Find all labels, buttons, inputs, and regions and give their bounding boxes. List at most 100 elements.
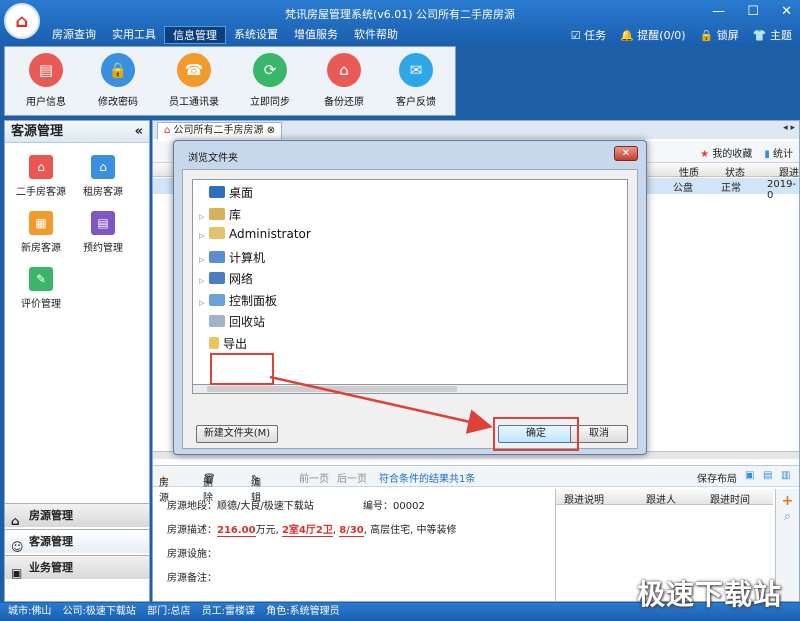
expand-icon[interactable]: ▷ (199, 232, 209, 240)
nav-business-management[interactable]: ▣ 业务管理 (5, 555, 149, 580)
task-button[interactable]: ☑ 任务 (571, 27, 606, 43)
review-button[interactable]: ✎ 评价管理 (9, 267, 73, 310)
sync-now-button[interactable]: ⟳ 立即同步 (235, 53, 305, 108)
rental-client-button[interactable]: ⌂ 租房客源 (71, 155, 135, 198)
main-menu: 房源查询 实用工具 信息管理 系统设置 增值服务 软件帮助 (44, 26, 406, 44)
layout-icon[interactable]: ▥ (781, 470, 790, 481)
tree-node-desktop[interactable]: 桌面 (199, 184, 253, 201)
expand-icon[interactable]: ▷ (199, 256, 209, 264)
window-controls: — ☐ ✕ (694, 4, 792, 19)
building-icon: ▦ (29, 211, 53, 235)
tab-bar: ⌂ 公司所有二手房房源 ⊗ ◂ ▸ (153, 121, 799, 139)
expand-icon[interactable]: ▷ (199, 213, 209, 221)
col-follow-person[interactable]: 跟进人 (646, 491, 676, 506)
status-role: 角色:系统管理员 (266, 606, 340, 617)
menu-item-value-added[interactable]: 增值服务 (286, 26, 346, 44)
network-icon (209, 272, 225, 284)
menu-item-info-management[interactable]: 信息管理 (164, 26, 226, 44)
result-count: 符合条件的结果共1条 (379, 474, 476, 485)
briefcase-icon: ▣ (11, 566, 23, 580)
tree-node-export[interactable]: 导出 (199, 335, 247, 352)
library-icon (209, 208, 225, 220)
next-page-button[interactable]: 后一页 (337, 470, 367, 485)
staff-directory-button[interactable]: ☎ 员工通讯录 (159, 53, 229, 108)
status-city: 城市:佛山 (8, 606, 52, 617)
change-password-button[interactable]: 🔒 修改密码 (83, 53, 153, 108)
export-highlight-box (210, 353, 274, 385)
tree-node-recycle-bin[interactable]: 回收站 (199, 313, 265, 330)
backup-restore-button[interactable]: ⌂ 备份还原 (309, 53, 379, 108)
col-follow-desc[interactable]: 跟进说明 (564, 491, 604, 506)
tab-scroll-arrows[interactable]: ◂ ▸ (783, 123, 795, 133)
dialog-title: 浏览文件夹 (188, 153, 238, 164)
layout-icon[interactable]: ▤ (763, 470, 772, 481)
computer-icon (209, 251, 225, 263)
appointment-button[interactable]: ▤ 预约管理 (71, 211, 135, 254)
toolbar-background (456, 46, 800, 116)
collapse-icon[interactable]: « (135, 121, 143, 143)
col-status[interactable]: 状态 (725, 164, 745, 179)
tree-node-computer[interactable]: ▷ 计算机 (199, 249, 265, 266)
tab-all-second-hand[interactable]: ⌂ 公司所有二手房房源 ⊗ (157, 122, 283, 139)
maximize-button[interactable]: ☐ (747, 4, 759, 19)
tree-node-administrator[interactable]: ▷ Administrator (199, 227, 311, 241)
bottom-toolbar: + 房源 🗑 删除 ✎ 编辑 前一页 后一页 符合条件的结果共1条 保存布局 ▣… (153, 465, 799, 504)
nav-client-management[interactable]: ☺ 客源管理 (5, 529, 149, 554)
layout-icon[interactable]: ▣ (745, 470, 754, 481)
lock-icon: 🔒 (101, 53, 135, 87)
menu-item-tools[interactable]: 实用工具 (104, 26, 164, 44)
listing-detail: 房源地段：顺德/大良/极速下载站 编号：00002 房源描述：216.00万元, … (167, 501, 457, 584)
col-nature[interactable]: 性质 (679, 164, 699, 179)
menu-item-listing-query[interactable]: 房源查询 (44, 26, 104, 44)
lock-icon: 🔒 (699, 29, 717, 42)
col-follow[interactable]: 跟进 (779, 164, 799, 179)
search-icon[interactable]: ⌕ (776, 509, 799, 524)
ok-highlight-box (493, 417, 579, 451)
user-info-icon: ▤ (29, 53, 63, 87)
minimize-button[interactable]: — (712, 4, 725, 19)
theme-button[interactable]: 👕 主题 (753, 27, 792, 43)
shirt-icon: 👕 (752, 29, 770, 42)
col-follow-time[interactable]: 跟进时间 (710, 491, 750, 506)
status-company: 公司:极速下载站 (62, 606, 136, 617)
bar-chart-icon: ▮ (764, 149, 773, 160)
new-house-client-button[interactable]: ▦ 新房客源 (9, 211, 73, 254)
floor: 8/30 (339, 525, 364, 537)
tab-close-icon[interactable]: ⊗ (267, 125, 275, 136)
reminder-button[interactable]: 🔔 提醒(0/0) (620, 27, 686, 43)
stats-button[interactable]: ▮ 统计 (764, 145, 793, 160)
customer-feedback-button[interactable]: ✉ 客户反馈 (381, 53, 451, 108)
cloud-upload-icon: ⟳ (253, 53, 287, 87)
desktop-icon (209, 186, 225, 198)
folder-icon (209, 337, 219, 349)
nav-listing-management[interactable]: ⌂ 房源管理 (5, 503, 149, 528)
status-dept: 部门:总店 (147, 606, 191, 617)
browse-folder-dialog: 浏览文件夹 ✕ 桌面 ▷ 库 ▷ Administrator ▷ 计算机 ▷ 网络 ▷ 控… (173, 140, 647, 455)
dialog-close-button[interactable]: ✕ (614, 146, 638, 161)
tree-horizontal-scrollbar[interactable] (192, 385, 628, 394)
title-bar: ⌂ 梵讯房屋管理系统(v6.01) 公司所有二手房房源 — ☐ ✕ 房源查询 实… (0, 0, 800, 46)
user-info-button[interactable]: ▤ 用户信息 (11, 53, 81, 108)
house-icon: ⌂ (164, 125, 174, 136)
expand-icon[interactable]: ▷ (199, 277, 209, 285)
save-layout-button[interactable]: 保存布局 (697, 470, 737, 485)
lock-screen-button[interactable]: 🔒 锁屏 (700, 27, 739, 43)
panel-header: 客源管理 « (5, 121, 149, 143)
tree-node-network[interactable]: ▷ 网络 (199, 270, 253, 287)
menu-item-system-settings[interactable]: 系统设置 (226, 26, 286, 44)
second-hand-client-button[interactable]: ⌂ 二手房客源 (9, 155, 73, 198)
expand-icon[interactable]: ▷ (199, 299, 209, 307)
tree-node-control-panel[interactable]: ▷ 控制面板 (199, 292, 277, 309)
prev-page-button[interactable]: 前一页 (299, 470, 329, 485)
close-button[interactable]: ✕ (781, 4, 792, 19)
scrollbar-thumb[interactable] (207, 386, 457, 392)
calendar-icon: ▤ (91, 211, 115, 235)
tree-node-library[interactable]: ▷ 库 (199, 206, 241, 223)
favorites-button[interactable]: ★ 我的收藏 (700, 145, 752, 160)
new-folder-button[interactable]: 新建文件夹(M) (196, 425, 278, 443)
add-follow-icon[interactable]: + (776, 493, 799, 509)
ribbon-toolbar: ▤ 用户信息 🔒 修改密码 ☎ 员工通讯录 ⟳ 立即同步 ⌂ 备份还原 ✉ 客户反馈 (4, 46, 456, 116)
left-panel: 客源管理 « ⌂ 二手房客源 ⌂ 租房客源 ▦ 新房客源 ▤ 预约管理 ✎ 评价管理 ⌂ 房源… (4, 120, 150, 602)
price: 216.00 (217, 525, 256, 537)
menu-item-help[interactable]: 软件帮助 (346, 26, 406, 44)
